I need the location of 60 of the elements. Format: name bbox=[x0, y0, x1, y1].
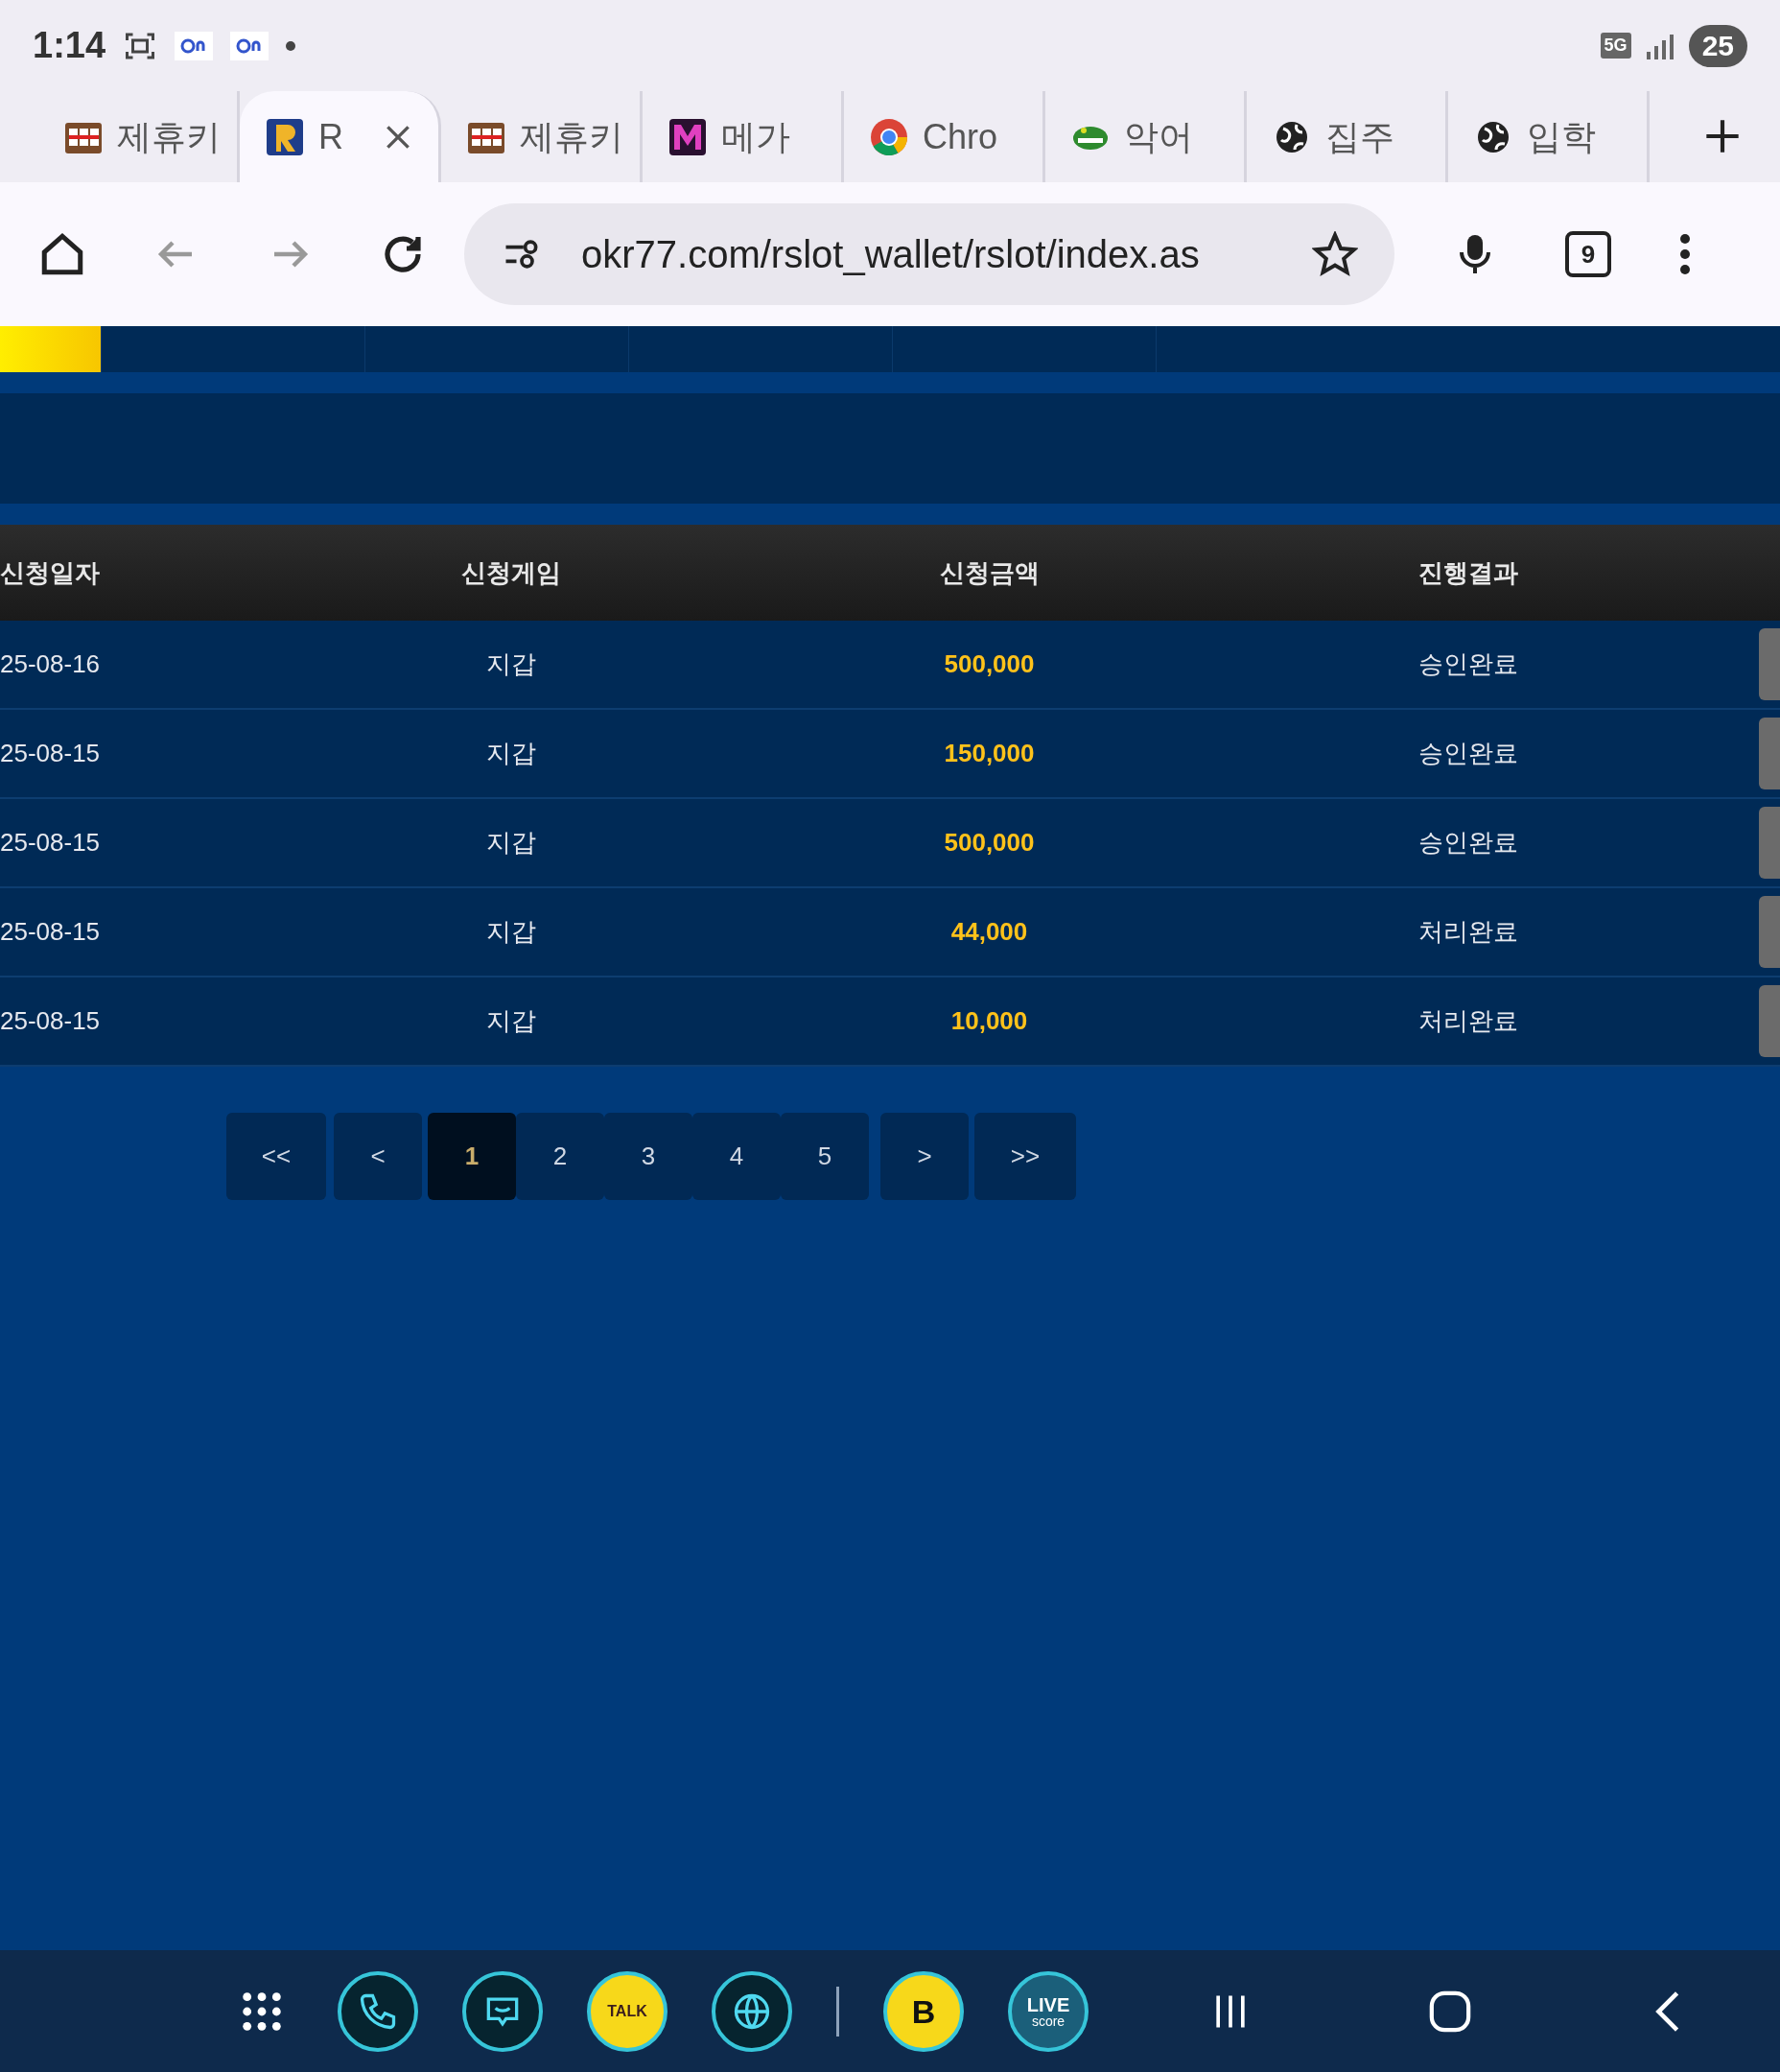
previous-page-button[interactable]: < bbox=[334, 1113, 422, 1200]
table-cell-text: 승인완료 bbox=[1417, 827, 1518, 859]
page-button[interactable]: 3 bbox=[604, 1113, 692, 1200]
logo-icon bbox=[265, 116, 305, 157]
link-icon bbox=[175, 31, 214, 60]
chrome-logo-icon bbox=[869, 116, 909, 157]
page-button[interactable]: 4 bbox=[692, 1113, 781, 1200]
table-cell-text: 500,000 bbox=[944, 648, 1035, 680]
next-page-button[interactable]: > bbox=[880, 1113, 969, 1200]
table-cell-text: 지갑 bbox=[485, 827, 536, 859]
table-cell: 25-08-16 bbox=[0, 649, 101, 678]
more-icon[interactable] bbox=[1678, 231, 1692, 277]
b-app-icon[interactable]: B bbox=[883, 1970, 964, 2052]
table-cell-text: 승인완료 bbox=[1417, 648, 1518, 680]
new-tab-icon[interactable] bbox=[1703, 117, 1742, 155]
table-cell-text: 승인완료 bbox=[1417, 738, 1518, 769]
column-header: 신청일자 bbox=[0, 557, 100, 587]
browser-tab[interactable]: R bbox=[240, 91, 441, 182]
tab-title: 악어 bbox=[1124, 115, 1193, 158]
table-cell-text: 지갑 bbox=[485, 738, 536, 769]
tab-title: 메가 bbox=[721, 115, 790, 158]
column-header: 신청금액 bbox=[939, 556, 1040, 589]
table-cell-text: 지갑 bbox=[485, 648, 536, 680]
table-cell: 25-08-15 bbox=[0, 1006, 101, 1035]
column-header: 진행결과 bbox=[1417, 556, 1518, 589]
table-cell-text: 처리완료 bbox=[1417, 916, 1518, 948]
last-page-button[interactable]: >> bbox=[974, 1113, 1076, 1200]
tab-title: R bbox=[318, 115, 343, 158]
star-icon[interactable] bbox=[1312, 231, 1358, 277]
tab-title: 제휴키 bbox=[520, 115, 623, 158]
table-cell-text: 10,000 bbox=[950, 1005, 1028, 1037]
talk-app-icon[interactable]: TALK bbox=[587, 1970, 668, 2052]
table-cell-text: 지갑 bbox=[485, 1005, 536, 1037]
page-button[interactable]: 1 bbox=[428, 1113, 516, 1200]
logo-icon bbox=[668, 116, 708, 157]
table-cell-text: 처리완료 bbox=[1417, 1005, 1518, 1037]
table-cell-text: 500,000 bbox=[944, 827, 1035, 859]
tab-title: Chro bbox=[923, 115, 998, 158]
live-score-app-icon[interactable]: LIVE score bbox=[1008, 1970, 1089, 2052]
first-page-button[interactable]: << bbox=[226, 1113, 326, 1200]
page-button[interactable]: 5 bbox=[781, 1113, 869, 1200]
url-text: okr77.com/rslot_wallet/rslot/index.as bbox=[581, 232, 1200, 277]
tab-count-button[interactable]: 9 bbox=[1565, 231, 1611, 277]
tab-title: 집주 bbox=[1325, 115, 1394, 158]
table-cell-text: 지갑 bbox=[485, 916, 536, 948]
address-bar[interactable]: okr77.com/rslot_wallet/rslot/index.as bbox=[464, 203, 1394, 305]
table-cell: 25-08-15 bbox=[0, 917, 101, 946]
network-type: 5G bbox=[1600, 33, 1631, 59]
page-button[interactable]: 2 bbox=[516, 1113, 604, 1200]
table-cell: 25-08-15 bbox=[0, 828, 101, 857]
table-cell-text: 150,000 bbox=[944, 738, 1035, 769]
home-button-icon[interactable] bbox=[1428, 1989, 1472, 2034]
link-icon bbox=[230, 31, 269, 60]
clock: 1:14 bbox=[33, 24, 106, 67]
tab-title: 제휴키 bbox=[117, 115, 221, 158]
table-cell-text: 44,000 bbox=[950, 916, 1028, 948]
battery-level: 25 bbox=[1688, 24, 1747, 67]
table-cell: 25-08-15 bbox=[0, 739, 101, 767]
tab-title: 입학 bbox=[1527, 115, 1596, 158]
column-header: 신청게임 bbox=[460, 556, 561, 589]
